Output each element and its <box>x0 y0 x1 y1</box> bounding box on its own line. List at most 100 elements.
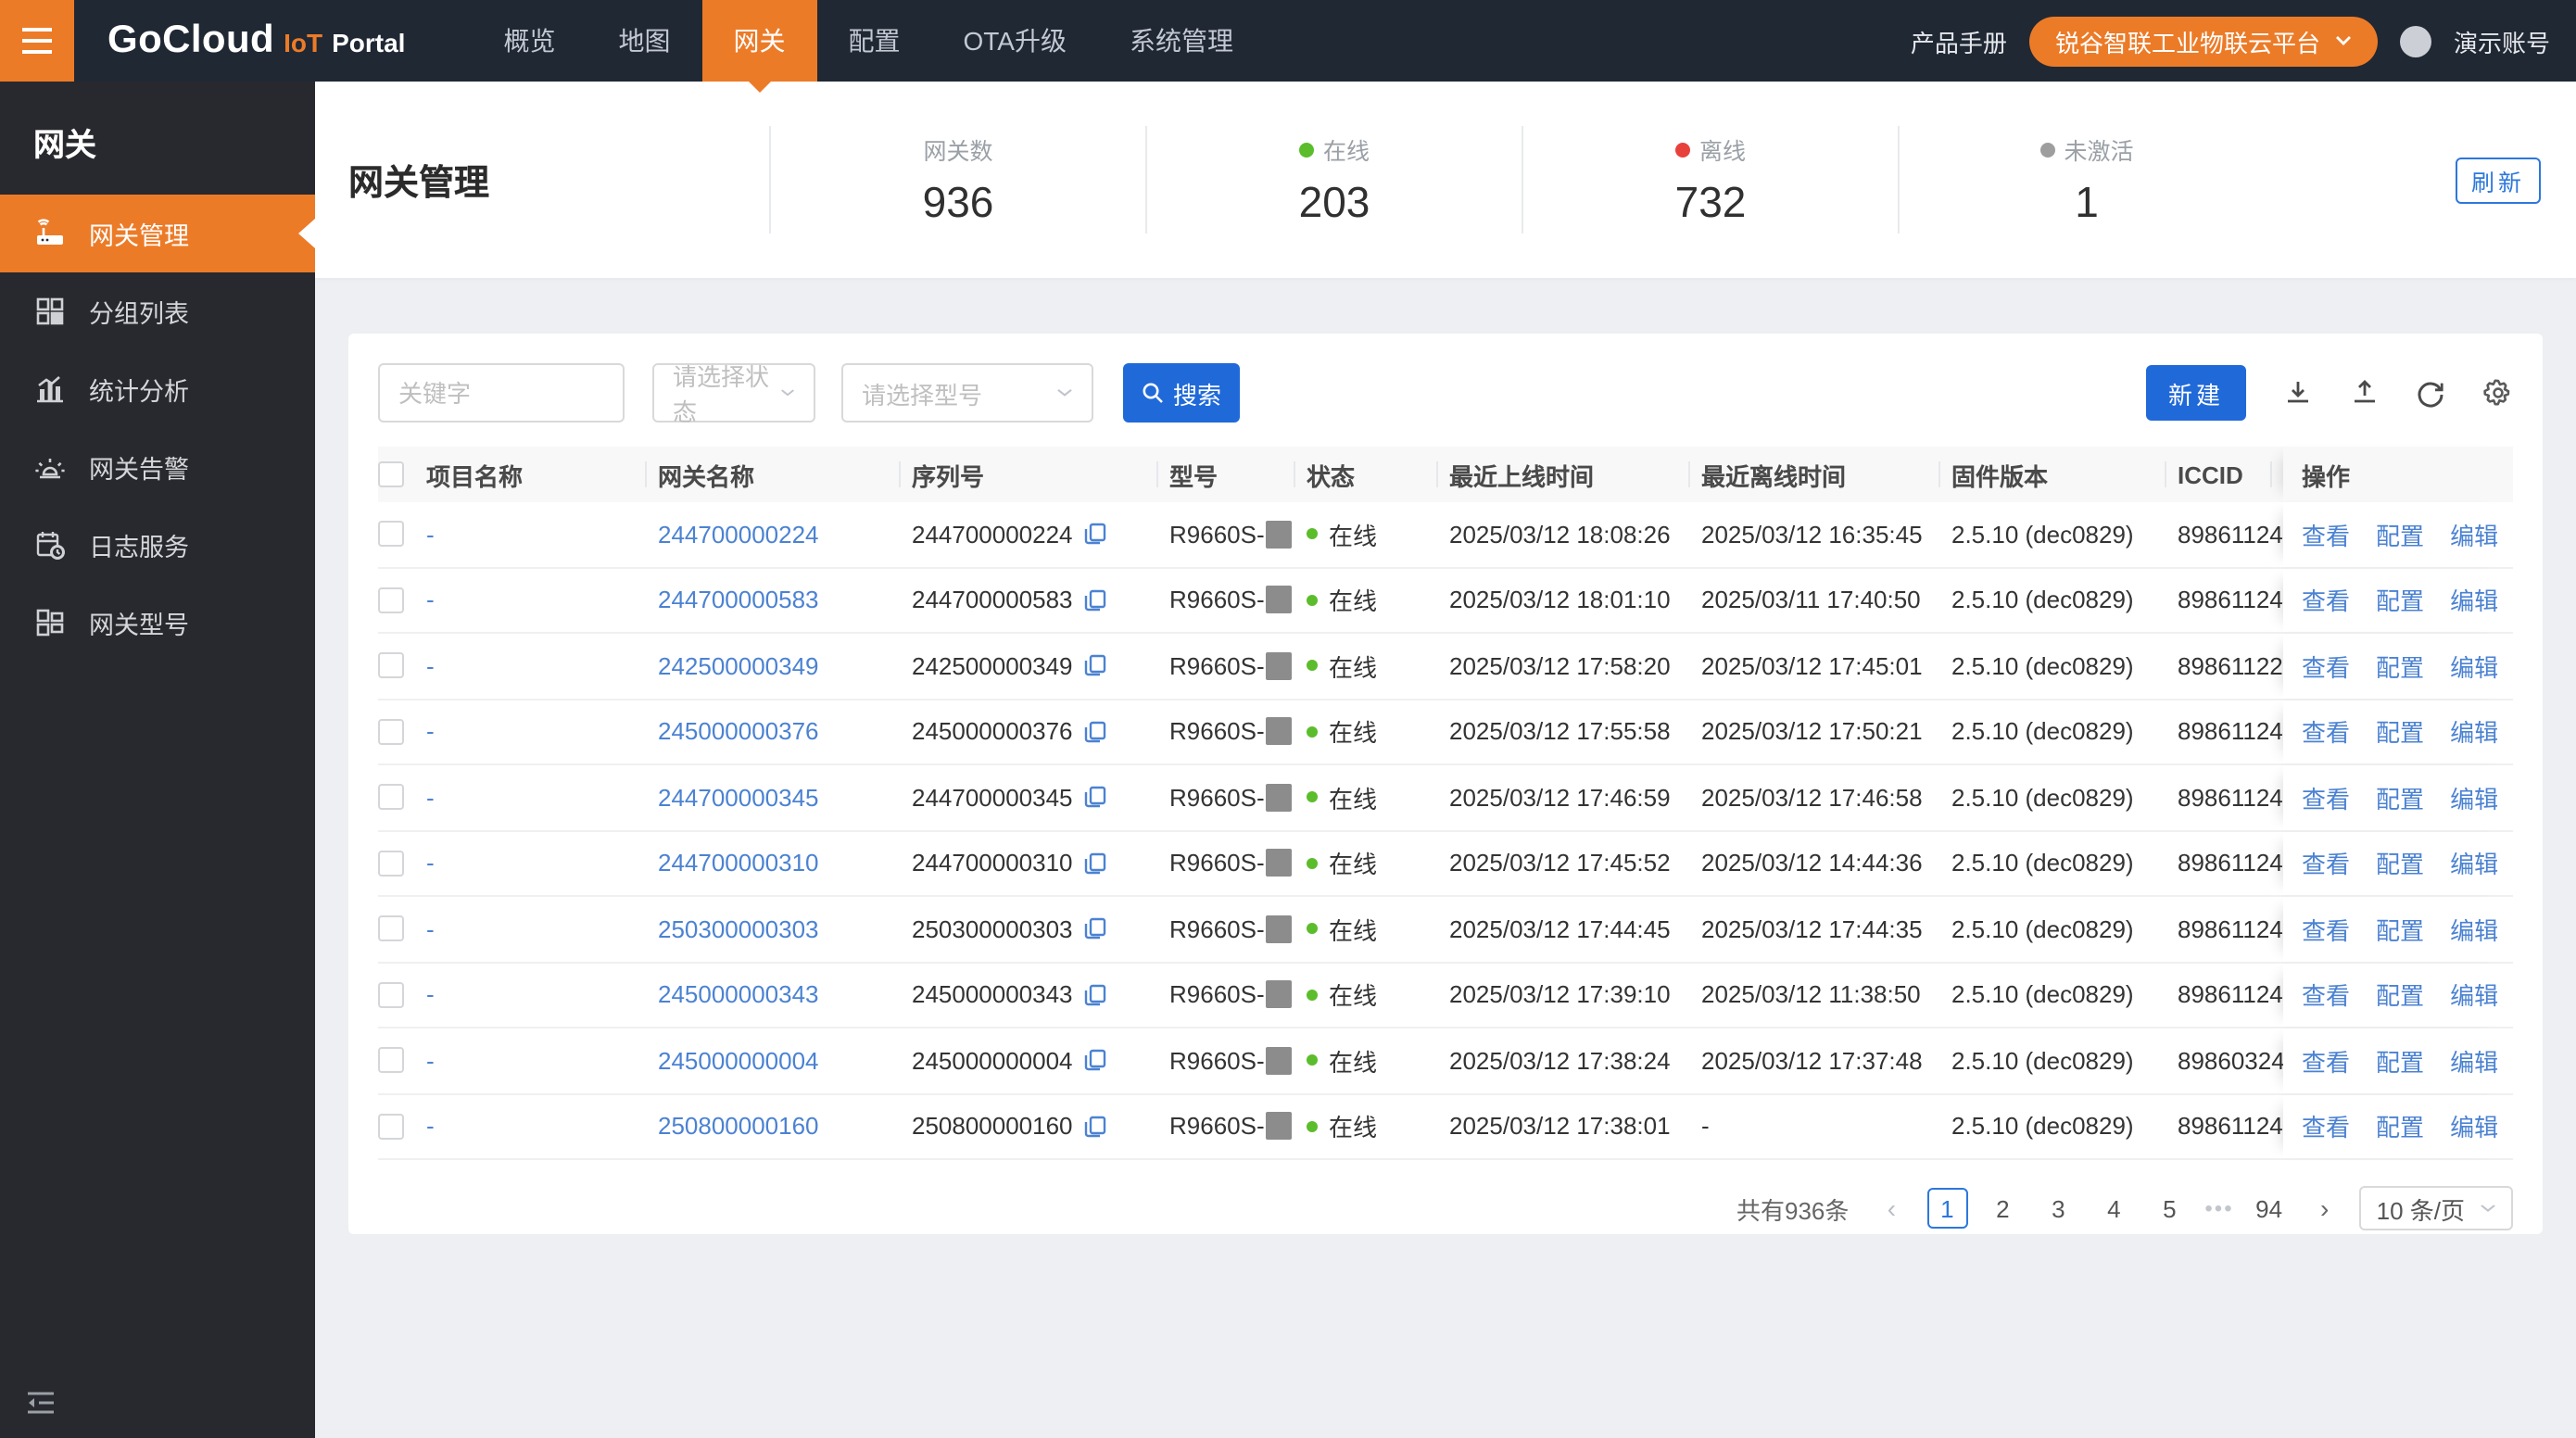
action-编辑[interactable]: 编辑 <box>2450 583 2498 618</box>
gear-icon[interactable] <box>2481 377 2513 409</box>
action-编辑[interactable]: 编辑 <box>2450 846 2498 881</box>
project-name-cell[interactable]: - <box>426 1047 658 1075</box>
sidebar-item-网关型号[interactable]: 网关型号 <box>0 584 315 662</box>
model-select[interactable]: 请选择型号 <box>841 363 1093 423</box>
action-配置[interactable]: 配置 <box>2376 978 2424 1013</box>
keyword-input[interactable] <box>378 363 625 423</box>
account-name[interactable]: 演示账号 <box>2454 23 2550 58</box>
page-size-select[interactable]: 10 条/页 <box>2359 1186 2513 1230</box>
sidebar-item-日志服务[interactable]: 日志服务 <box>0 506 315 584</box>
product-manual-link[interactable]: 产品手册 <box>1911 23 2007 58</box>
nav-tab-配置[interactable]: 配置 <box>816 0 931 82</box>
nav-tab-OTA升级[interactable]: OTA升级 <box>931 0 1098 82</box>
copy-icon[interactable] <box>1084 787 1106 809</box>
gateway-name-link[interactable]: 250300000303 <box>658 915 819 943</box>
hamburger-menu-icon[interactable] <box>0 0 74 82</box>
nav-tab-地图[interactable]: 地图 <box>587 0 701 82</box>
project-name-cell[interactable]: - <box>426 784 658 812</box>
action-查看[interactable]: 查看 <box>2302 1043 2350 1078</box>
action-编辑[interactable]: 编辑 <box>2450 517 2498 552</box>
gateway-name-link[interactable]: 245000000376 <box>658 718 819 746</box>
action-编辑[interactable]: 编辑 <box>2450 1109 2498 1144</box>
copy-icon[interactable] <box>1084 721 1106 743</box>
action-编辑[interactable]: 编辑 <box>2450 912 2498 947</box>
project-name-cell[interactable]: - <box>426 652 658 680</box>
gateway-name-link[interactable]: 244700000583 <box>658 587 819 614</box>
page-button-3[interactable]: 3 <box>2038 1188 2078 1229</box>
page-button-94[interactable]: 94 <box>2249 1188 2290 1229</box>
project-name-cell[interactable]: - <box>426 850 658 877</box>
previous-page-icon[interactable]: ‹ <box>1871 1188 1912 1229</box>
avatar[interactable] <box>2399 25 2431 57</box>
gateway-name-link[interactable]: 244700000310 <box>658 850 819 877</box>
action-编辑[interactable]: 编辑 <box>2450 978 2498 1013</box>
gateway-name-link[interactable]: 245000000343 <box>658 981 819 1009</box>
action-查看[interactable]: 查看 <box>2302 714 2350 750</box>
action-编辑[interactable]: 编辑 <box>2450 780 2498 815</box>
next-page-icon[interactable]: › <box>2305 1188 2345 1229</box>
page-button-4[interactable]: 4 <box>2093 1188 2134 1229</box>
download-icon[interactable] <box>2281 377 2313 409</box>
action-配置[interactable]: 配置 <box>2376 1109 2424 1144</box>
status-select[interactable]: 请选择状态 <box>652 363 815 426</box>
gateway-name-link[interactable]: 250800000160 <box>658 1113 819 1141</box>
row-checkbox[interactable] <box>378 1113 404 1140</box>
action-配置[interactable]: 配置 <box>2376 1043 2424 1078</box>
gateway-name-link[interactable]: 242500000349 <box>658 652 819 680</box>
gateway-name-link[interactable]: 245000000004 <box>658 1047 819 1075</box>
row-checkbox[interactable] <box>378 718 404 745</box>
sidebar-item-网关管理[interactable]: 网关管理 <box>0 195 315 272</box>
action-配置[interactable]: 配置 <box>2376 714 2424 750</box>
action-配置[interactable]: 配置 <box>2376 846 2424 881</box>
gateway-name-link[interactable]: 244700000345 <box>658 784 819 812</box>
action-查看[interactable]: 查看 <box>2302 780 2350 815</box>
page-button-5[interactable]: 5 <box>2149 1188 2190 1229</box>
action-配置[interactable]: 配置 <box>2376 780 2424 815</box>
create-button[interactable]: 新建 <box>2146 365 2246 421</box>
page-button-2[interactable]: 2 <box>1982 1188 2023 1229</box>
row-checkbox[interactable] <box>378 521 404 548</box>
row-checkbox[interactable] <box>378 981 404 1008</box>
upload-icon[interactable] <box>2348 377 2380 409</box>
project-name-cell[interactable]: - <box>426 587 658 614</box>
project-name-cell[interactable]: - <box>426 981 658 1009</box>
nav-tab-概览[interactable]: 概览 <box>472 0 587 82</box>
row-checkbox[interactable] <box>378 915 404 942</box>
pagination-ellipsis[interactable]: ••• <box>2204 1195 2233 1221</box>
collapse-sidebar-icon[interactable] <box>24 1386 57 1419</box>
action-配置[interactable]: 配置 <box>2376 649 2424 684</box>
project-name-cell[interactable]: - <box>426 1113 658 1141</box>
sidebar-item-统计分析[interactable]: 统计分析 <box>0 350 315 428</box>
row-checkbox[interactable] <box>378 652 404 679</box>
action-查看[interactable]: 查看 <box>2302 517 2350 552</box>
project-name-cell[interactable]: - <box>426 521 658 549</box>
gateway-name-link[interactable]: 244700000224 <box>658 521 819 549</box>
nav-tab-网关[interactable]: 网关 <box>701 0 817 93</box>
page-button-1[interactable]: 1 <box>1926 1188 1968 1229</box>
action-配置[interactable]: 配置 <box>2376 912 2424 947</box>
action-查看[interactable]: 查看 <box>2302 1109 2350 1144</box>
action-编辑[interactable]: 编辑 <box>2450 649 2498 684</box>
sidebar-item-分组列表[interactable]: 分组列表 <box>0 272 315 350</box>
copy-icon[interactable] <box>1084 523 1106 546</box>
row-checkbox[interactable] <box>378 850 404 877</box>
action-查看[interactable]: 查看 <box>2302 912 2350 947</box>
action-配置[interactable]: 配置 <box>2376 583 2424 618</box>
nav-tab-系统管理[interactable]: 系统管理 <box>1098 0 1265 82</box>
action-查看[interactable]: 查看 <box>2302 583 2350 618</box>
row-checkbox[interactable] <box>378 587 404 613</box>
search-button[interactable]: 搜索 <box>1123 363 1240 423</box>
project-name-cell[interactable]: - <box>426 718 658 746</box>
project-name-cell[interactable]: - <box>426 915 658 943</box>
copy-icon[interactable] <box>1084 852 1106 875</box>
copy-icon[interactable] <box>1084 1116 1106 1138</box>
row-checkbox[interactable] <box>378 1047 404 1074</box>
select-all-checkbox[interactable] <box>378 461 404 487</box>
row-checkbox[interactable] <box>378 784 404 811</box>
copy-icon[interactable] <box>1084 918 1106 940</box>
copy-icon[interactable] <box>1084 1050 1106 1072</box>
sidebar-item-网关告警[interactable]: 网关告警 <box>0 428 315 506</box>
reload-icon[interactable] <box>2415 377 2446 409</box>
action-查看[interactable]: 查看 <box>2302 649 2350 684</box>
platform-selector-dropdown[interactable]: 锐谷智联工业物联云平台 <box>2028 16 2378 66</box>
